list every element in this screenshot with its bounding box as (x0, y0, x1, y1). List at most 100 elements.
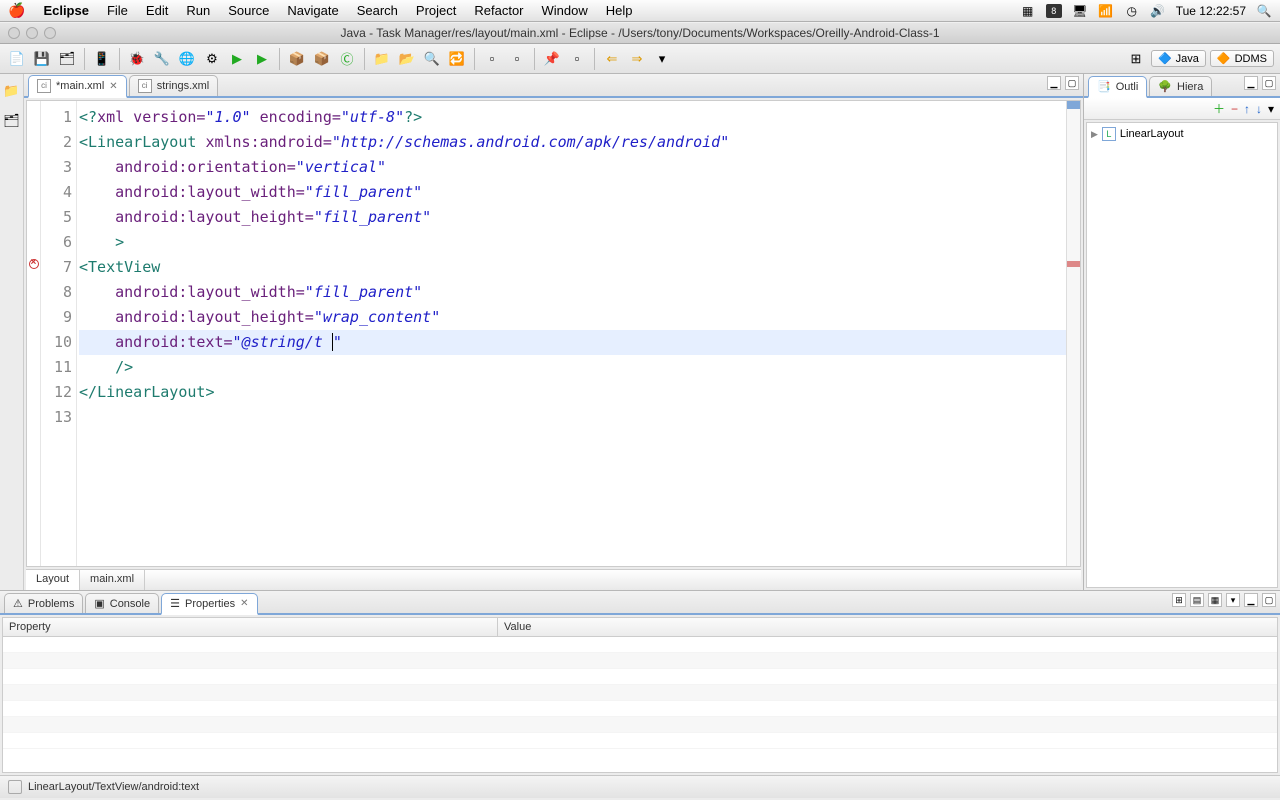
tab-console[interactable]: ▣ Console (85, 593, 159, 613)
debug-step-button[interactable]: 🔧 (151, 48, 173, 70)
view-menu-button[interactable]: ▾ (1226, 593, 1240, 607)
table-row[interactable] (3, 653, 1277, 669)
zoom-window-button[interactable] (44, 27, 56, 39)
menu-navigate[interactable]: Navigate (287, 3, 338, 18)
menu-refactor[interactable]: Refactor (474, 3, 523, 18)
tab-source[interactable]: main.xml (80, 570, 145, 590)
menu-window[interactable]: Window (542, 3, 588, 18)
menu-project[interactable]: Project (416, 3, 456, 18)
new-button[interactable]: 📄 (6, 48, 28, 70)
close-window-button[interactable] (8, 27, 20, 39)
add-button[interactable]: ＋ (1213, 100, 1225, 117)
menubar-display-icon[interactable]: 🖥 (1072, 4, 1088, 18)
perspective-ddms[interactable]: 🔶 DDMS (1210, 50, 1274, 67)
outline-node-linearlayout[interactable]: ▶ L LinearLayout (1091, 127, 1273, 141)
table-row[interactable] (3, 701, 1277, 717)
code-editor[interactable]: 12345678910111213 <?xml version="1.0" en… (26, 100, 1081, 567)
minimize-view-button[interactable]: ▁ (1244, 76, 1258, 90)
minimize-view-button[interactable]: ▁ (1244, 593, 1258, 607)
view-tool-b[interactable]: ▤ (1190, 593, 1204, 607)
tool-b[interactable]: ▫ (506, 48, 528, 70)
open-perspective-button[interactable]: ⊞ (1125, 48, 1147, 70)
debug-bug-button[interactable]: 🐞 (126, 48, 148, 70)
minimize-view-button[interactable]: ▁ (1047, 76, 1061, 90)
menubar-eight-icon[interactable]: 8 (1046, 4, 1062, 18)
line-number-gutter: 12345678910111213 (41, 101, 77, 566)
table-row[interactable] (3, 717, 1277, 733)
open-folder-button[interactable]: 📂 (396, 48, 418, 70)
apple-menu-icon[interactable]: 🍎 (8, 2, 25, 19)
move-down-button[interactable]: ↓ (1256, 102, 1262, 116)
view-tool-a[interactable]: ⊞ (1172, 593, 1186, 607)
perspective-java[interactable]: 🔷 Java (1151, 50, 1206, 67)
build-button[interactable]: ⚙ (201, 48, 223, 70)
move-up-button[interactable]: ↑ (1244, 102, 1250, 116)
menu-button[interactable]: ▾ (1268, 102, 1274, 116)
restore-view2-button[interactable]: 🗂 (1, 110, 23, 132)
col-property[interactable]: Property (3, 618, 498, 636)
volume-icon[interactable]: 🔊 (1150, 4, 1166, 18)
tab-main-xml[interactable]: ci *main.xml ✕ (28, 75, 127, 98)
outline-tree[interactable]: ▶ L LinearLayout (1086, 122, 1278, 588)
tab-properties[interactable]: ☰ Properties ✕ (161, 593, 257, 615)
open-type-button[interactable]: Ⓒ (336, 48, 358, 70)
tab-layout[interactable]: Layout (26, 570, 80, 590)
external-tools-button[interactable]: 🌐 (176, 48, 198, 70)
table-row[interactable] (3, 669, 1277, 685)
tab-strings-xml[interactable]: ci strings.xml (129, 75, 219, 96)
menu-file[interactable]: File (107, 3, 128, 18)
app-name[interactable]: Eclipse (43, 3, 89, 18)
tool-c[interactable]: ▫ (566, 48, 588, 70)
menubar-clock[interactable]: Tue 12:22:57 (1176, 4, 1246, 18)
nav-fwd-button[interactable]: ⇒ (626, 48, 648, 70)
ddms-perspective-icon: 🔶 (1217, 52, 1231, 65)
sdk-manager-button[interactable]: 📱 (91, 48, 113, 70)
menubar-app-icon[interactable]: ▦ (1020, 4, 1036, 18)
remove-button[interactable]: − (1231, 102, 1238, 116)
time-machine-icon[interactable]: ◷ (1124, 4, 1140, 18)
new-folder-button[interactable]: 📁 (371, 48, 393, 70)
menu-search[interactable]: Search (357, 3, 398, 18)
main-toolbar: 📄 💾 🗂 📱 🐞 🔧 🌐 ⚙ ▶ ▶ 📦 📦 Ⓒ 📁 📂 🔍 🔁 ▫ ▫ 📌 … (0, 44, 1280, 74)
tab-outline[interactable]: 📑 Outli (1088, 76, 1147, 98)
run-button[interactable]: ▶ (226, 48, 248, 70)
wifi-icon[interactable]: 📶 (1098, 4, 1114, 18)
table-row[interactable] (3, 685, 1277, 701)
new-class-button[interactable]: 📦 (311, 48, 333, 70)
tab-problems[interactable]: ⚠ Problems (4, 593, 83, 613)
menu-source[interactable]: Source (228, 3, 269, 18)
code-content[interactable]: <?xml version="1.0" encoding="utf-8"?><L… (77, 101, 1066, 566)
view-tool-c[interactable]: ▦ (1208, 593, 1222, 607)
nav-back-button[interactable]: ⇐ (601, 48, 623, 70)
tool-a[interactable]: ▫ (481, 48, 503, 70)
col-value[interactable]: Value (498, 618, 537, 636)
new-package-button[interactable]: 📦 (286, 48, 308, 70)
tab-hierarchy[interactable]: 🌳 Hiera (1149, 76, 1212, 96)
properties-icon: ☰ (170, 597, 180, 610)
save-button[interactable]: 💾 (31, 48, 53, 70)
refresh-button[interactable]: 🔁 (446, 48, 468, 70)
maximize-view-button[interactable]: ▢ (1262, 76, 1276, 90)
spotlight-icon[interactable]: 🔍 (1256, 4, 1272, 18)
menu-run[interactable]: Run (186, 3, 210, 18)
table-row[interactable] (3, 733, 1277, 749)
maximize-view-button[interactable]: ▢ (1065, 76, 1079, 90)
nav-up-button[interactable]: ▾ (651, 48, 673, 70)
editor-tabrow: ci *main.xml ✕ ci strings.xml ▁ ▢ (24, 74, 1083, 98)
table-row[interactable] (3, 637, 1277, 653)
tab-label: *main.xml (56, 80, 104, 92)
menu-help[interactable]: Help (606, 3, 633, 18)
overview-ruler[interactable] (1066, 101, 1080, 566)
search-button[interactable]: 🔍 (421, 48, 443, 70)
restore-view-button[interactable]: 📁 (1, 80, 23, 102)
close-icon[interactable]: ✕ (240, 598, 248, 609)
run-last-button[interactable]: ▶ (251, 48, 273, 70)
close-icon[interactable]: ✕ (109, 81, 117, 92)
save-all-button[interactable]: 🗂 (56, 48, 78, 70)
disclosure-icon[interactable]: ▶ (1091, 129, 1098, 140)
menu-edit[interactable]: Edit (146, 3, 168, 18)
maximize-view-button[interactable]: ▢ (1262, 593, 1276, 607)
pin-button[interactable]: 📌 (541, 48, 563, 70)
minimize-window-button[interactable] (26, 27, 38, 39)
properties-table[interactable]: Property Value (2, 617, 1278, 773)
